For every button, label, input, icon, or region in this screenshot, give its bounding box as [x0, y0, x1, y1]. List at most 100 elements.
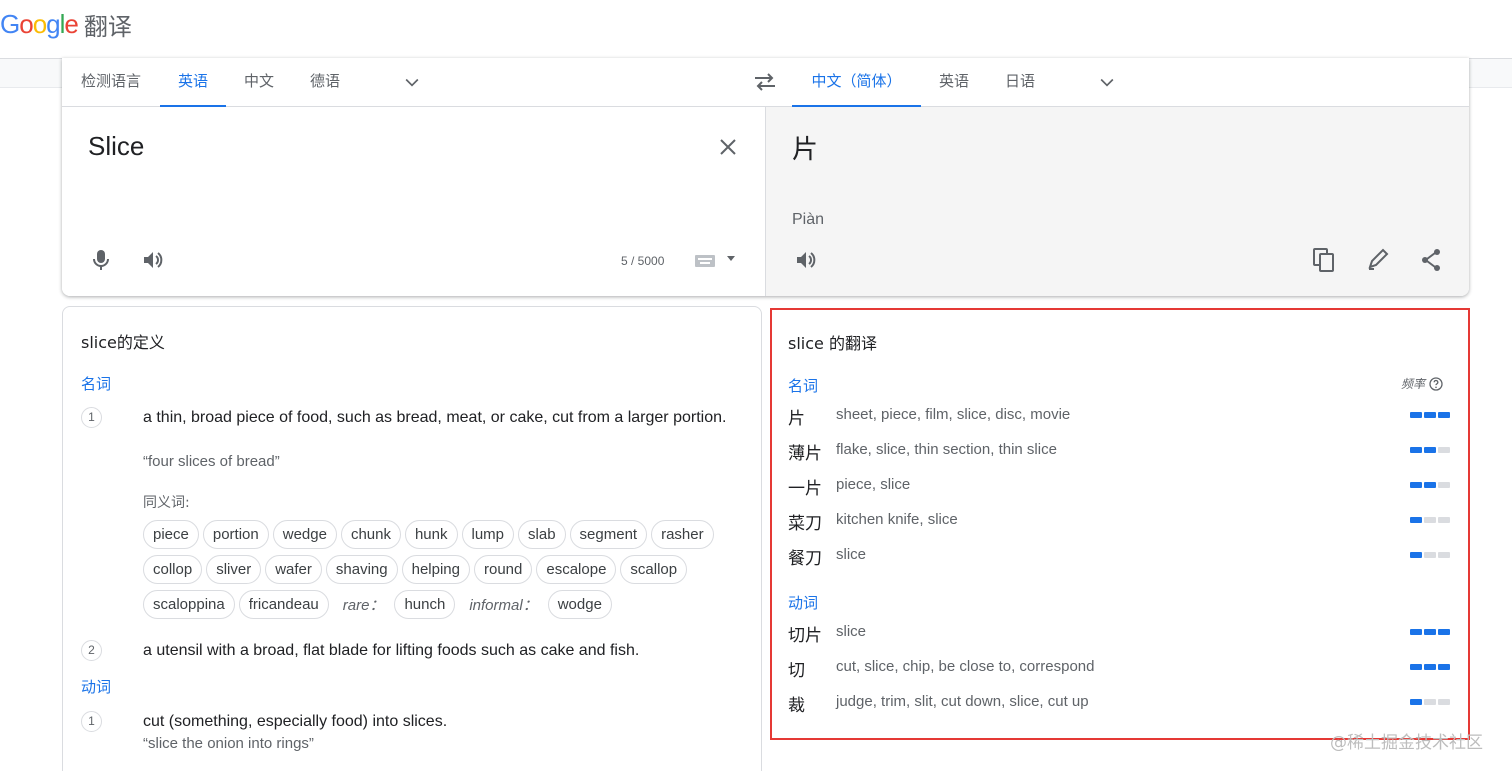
source-pane[interactable]: Slice 5 / 5000 [62, 107, 765, 296]
synonym-chip[interactable]: wodge [547, 590, 612, 619]
translations-title: slice 的翻译 [788, 334, 877, 353]
frequency-bar [1410, 447, 1450, 453]
informal-label: informal： [469, 597, 538, 614]
frequency-segment [1410, 482, 1422, 488]
synonym-chip[interactable]: wafer [265, 555, 322, 584]
synonym-chip[interactable]: slab [518, 520, 566, 549]
back-translations[interactable]: slice [836, 546, 866, 563]
frequency-segment [1438, 517, 1450, 523]
synonyms-label: 同义词: [143, 495, 190, 511]
translation-row: 一片 piece, slice [788, 470, 1452, 500]
frequency-segment [1424, 447, 1436, 453]
swap-icon[interactable] [752, 70, 778, 94]
synonym-chip[interactable]: portion [202, 520, 269, 549]
frequency-bar [1410, 517, 1450, 523]
edit-icon[interactable] [1366, 247, 1390, 273]
synonym-chip[interactable]: lump [461, 520, 515, 549]
frequency-segment [1438, 664, 1450, 670]
keyboard-icon[interactable] [695, 255, 715, 267]
definition-text: cut (something, especially food) into sl… [143, 713, 448, 730]
synonym-chip[interactable]: escalope [536, 555, 617, 584]
frequency-segment [1424, 664, 1436, 670]
frequency-segment [1410, 412, 1422, 418]
frequency-segment [1410, 517, 1422, 523]
synonym-chip[interactable]: chunk [340, 520, 401, 549]
caret-down-icon[interactable] [726, 255, 736, 263]
logo-letter: g [46, 8, 61, 39]
synonym-chip[interactable]: collop [143, 555, 203, 584]
close-icon[interactable] [716, 135, 740, 159]
definitions-title: slice的定义 [81, 333, 165, 352]
watermark: @稀土掘金技术社区 [1330, 733, 1483, 753]
back-translations[interactable]: piece, slice [836, 476, 910, 493]
tgt-tab-japanese[interactable]: 日语 [987, 58, 1053, 107]
share-icon[interactable] [1419, 247, 1443, 273]
logo-letter: o [19, 8, 34, 39]
translation-word[interactable]: 餐刀 [788, 544, 822, 569]
src-tab-german[interactable]: 德语 [292, 58, 358, 107]
chevron-down-icon[interactable] [402, 72, 422, 92]
definition-example: “four slices of bread” [143, 453, 280, 470]
back-translations[interactable]: cut, slice, chip, be close to, correspon… [836, 658, 1094, 675]
speaker-icon[interactable] [794, 249, 818, 271]
back-translations[interactable]: slice [836, 623, 866, 640]
speaker-icon[interactable] [141, 249, 165, 271]
frequency-segment [1410, 552, 1422, 558]
back-translations[interactable]: flake, slice, thin section, thin slice [836, 441, 1057, 458]
copy-icon[interactable] [1312, 247, 1336, 273]
translation-word[interactable]: 切片 [788, 621, 822, 646]
translation-word[interactable]: 裁 [788, 691, 805, 716]
src-tab-chinese[interactable]: 中文 [226, 58, 292, 107]
translation-row: 切 cut, slice, chip, be close to, correspo… [788, 652, 1452, 682]
synonym-chip[interactable]: hunch [394, 590, 456, 619]
chevron-down-icon[interactable] [1097, 72, 1117, 92]
synonym-chip[interactable]: rasher [651, 520, 714, 549]
synonym-chip[interactable]: fricandeau [238, 590, 329, 619]
synonym-chip[interactable]: scallop [620, 555, 688, 584]
translation-word[interactable]: 切 [788, 656, 805, 681]
frequency-segment [1410, 447, 1422, 453]
synonym-chip[interactable]: segment [569, 520, 648, 549]
frequency-segment [1438, 482, 1450, 488]
frequency-segment [1438, 447, 1450, 453]
pinyin-text: Piàn [792, 211, 825, 228]
frequency-segment [1438, 629, 1450, 635]
help-circle-icon[interactable] [1429, 376, 1443, 391]
synonym-chip[interactable]: wedge [272, 520, 337, 549]
translation-word[interactable]: 菜刀 [788, 509, 822, 534]
synonym-chip[interactable]: scaloppina [143, 590, 235, 619]
synonym-chip[interactable]: helping [401, 555, 470, 584]
source-text-input[interactable]: Slice [88, 131, 144, 162]
tgt-tab-chinese-simplified[interactable]: 中文（简体） [792, 58, 921, 107]
translation-word[interactable]: 片 [788, 404, 805, 429]
synonym-chip[interactable]: piece [143, 520, 199, 549]
definitions-card: slice的定义 名词 1 a thin, broad piece of foo… [62, 306, 762, 771]
frequency-bar [1410, 552, 1450, 558]
back-translations[interactable]: kitchen knife, slice [836, 511, 958, 528]
google-logo-text: Google [0, 8, 79, 40]
synonym-chip[interactable]: hunk [404, 520, 458, 549]
translation-word[interactable]: 薄片 [788, 439, 822, 464]
src-tab-detect[interactable]: 检测语言 [62, 58, 160, 107]
microphone-icon[interactable] [90, 248, 112, 272]
frequency-label: 频率 [1401, 377, 1426, 391]
back-translations[interactable]: sheet, piece, film, slice, disc, movie [836, 406, 1070, 423]
logo-letter: e [64, 8, 79, 39]
logo-letter: o [32, 8, 48, 39]
synonym-chip[interactable]: round [474, 555, 533, 584]
definition-number: 1 [81, 407, 102, 428]
synonym-chip[interactable]: sliver [206, 555, 262, 584]
frequency-segment [1424, 517, 1436, 523]
src-tab-english[interactable]: 英语 [160, 58, 226, 107]
back-translations[interactable]: judge, trim, slit, cut down, slice, cut … [836, 693, 1089, 710]
google-translate-logo[interactable]: Google 翻译 [0, 6, 132, 42]
character-count: 5 / 5000 [621, 254, 665, 268]
frequency-segment [1410, 629, 1422, 635]
synonym-chip[interactable]: shaving [325, 555, 398, 584]
translation-row: 片 sheet, piece, film, slice, disc, movie [788, 400, 1452, 430]
part-of-speech-noun: 名词 [81, 375, 112, 393]
translation-word[interactable]: 一片 [788, 474, 822, 499]
frequency-segment [1424, 412, 1436, 418]
tgt-tab-english[interactable]: 英语 [921, 58, 987, 107]
frequency-segment [1438, 412, 1450, 418]
